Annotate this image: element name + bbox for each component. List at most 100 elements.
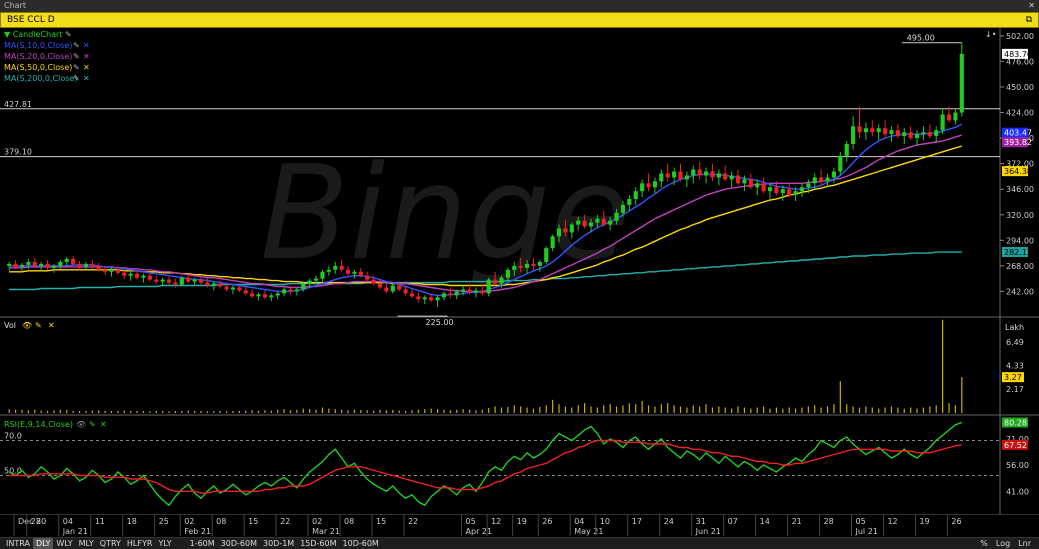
x-axis-label: 24 [664, 517, 674, 526]
interval-15d-60m-button[interactable]: 15D-60M [297, 538, 339, 549]
candle-body [812, 177, 817, 184]
candle-body [486, 279, 491, 294]
pencil-icon[interactable]: ✎ [89, 420, 96, 429]
scale-lnr-button[interactable]: Lnr [1014, 538, 1035, 549]
interval-1-60m-button[interactable]: 1-60M [187, 538, 218, 549]
interval-10d-60m-button[interactable]: 10D-60M [340, 538, 382, 549]
x-axis-label: 17 [632, 517, 642, 526]
candle-body [71, 258, 76, 264]
candle-body [582, 220, 587, 227]
x-axis-label: 15 [248, 517, 258, 526]
symbol-title: BSE CCL D [7, 15, 55, 25]
x-axis-label: 28 [824, 517, 834, 526]
pencil-icon[interactable]: ✎ [65, 30, 72, 39]
remove-icon[interactable]: ✕ [100, 420, 107, 429]
legend-item: ▼ CandleChart [4, 30, 62, 39]
candle-body [601, 218, 606, 225]
candle-body [940, 114, 945, 131]
candle-body [627, 199, 632, 205]
candle-body [256, 294, 261, 297]
candle-body [7, 263, 12, 266]
candle-body [748, 179, 753, 188]
candle-body [51, 265, 57, 268]
scroll-arrows-icon[interactable]: ↓• [985, 30, 996, 39]
candle-body [377, 283, 383, 288]
x-axis-label: 19 [517, 517, 527, 526]
candle-body [537, 261, 542, 266]
candle-body [787, 189, 792, 196]
pencil-icon[interactable]: ✎ [35, 321, 42, 330]
watermark: Binge [260, 137, 630, 289]
x-axis-label: 18 [127, 517, 137, 526]
period-mly-button[interactable]: MLY [76, 538, 97, 549]
remove-icon[interactable]: ✕ [83, 52, 90, 61]
candle-body [103, 269, 108, 272]
candle-body [531, 263, 536, 266]
candle-body [691, 169, 696, 176]
volume-tag-label: 3.27 [1004, 373, 1022, 382]
candle-body [550, 236, 555, 249]
eye-icon[interactable]: 👁 [22, 321, 32, 330]
remove-icon[interactable]: ✕ [83, 41, 90, 50]
candle-body [26, 261, 31, 265]
candle-body [448, 293, 453, 296]
candle-body [32, 261, 37, 266]
price-axis-label: 320.00 [1006, 211, 1034, 220]
close-icon[interactable]: ✕ [1028, 0, 1035, 12]
period-wly-button[interactable]: WLY [53, 538, 75, 549]
x-axis-label: 05 [466, 517, 476, 526]
remove-icon[interactable]: ✕ [83, 74, 90, 83]
price-tag-label: 483.70 [1004, 50, 1032, 59]
candle-body [371, 279, 376, 284]
candle-body [160, 279, 165, 282]
pencil-icon[interactable]: ✎ [73, 41, 80, 50]
candle-body [576, 220, 581, 225]
price-axis-label: 242.00 [1006, 287, 1034, 296]
candle-body [339, 265, 344, 270]
restore-icon[interactable]: ⧉ [1026, 13, 1032, 27]
candle-body [467, 289, 472, 293]
scale-percent-button[interactable]: % [976, 538, 992, 549]
chart-area[interactable]: Binge427.81379.10502.00476.00450.00424.0… [0, 28, 1039, 537]
candle-body [218, 283, 223, 287]
candle-body [518, 265, 523, 268]
eye-icon[interactable]: 👁 [76, 420, 86, 429]
candle-body [735, 175, 741, 184]
period-hlfyr-button[interactable]: HLFYR [124, 538, 156, 549]
candle-body [895, 130, 900, 137]
rsi-level-label: 70.0 [4, 432, 22, 441]
candle-body [608, 220, 613, 225]
candle-body [115, 269, 120, 273]
bottom-toolbar: INTRA DLY WLY MLY QTRY HLFYR YLY 1-60M 30D-60M 30… [0, 537, 1039, 549]
period-intra-button[interactable]: INTRA [3, 538, 33, 549]
rsi-axis-label: 41.00 [1006, 487, 1029, 496]
candle-body [358, 271, 363, 276]
price-tag-label: 364.38 [1004, 167, 1032, 176]
candle-body [512, 265, 517, 270]
x-axis-label: 04 [574, 517, 584, 526]
x-axis-label: 14 [760, 517, 770, 526]
remove-icon[interactable]: ✕ [83, 63, 90, 72]
candle-body [761, 183, 766, 192]
x-axis-label: 15 [376, 517, 386, 526]
candle-body [524, 263, 530, 268]
remove-icon[interactable]: ✕ [48, 321, 55, 330]
pencil-icon[interactable]: ✎ [73, 74, 80, 83]
period-qtry-button[interactable]: QTRY [97, 538, 124, 549]
candle-body [883, 128, 888, 135]
period-yly-button[interactable]: YLY [155, 538, 174, 549]
candle-body [320, 271, 325, 279]
x-axis-label: 12 [491, 517, 501, 526]
x-axis-label: 12 [887, 517, 897, 526]
pencil-icon[interactable]: ✎ [73, 63, 80, 72]
pencil-icon[interactable]: ✎ [73, 52, 80, 61]
scale-log-button[interactable]: Log [992, 538, 1014, 549]
period-dly-button[interactable]: DLY [32, 538, 54, 549]
candle-body [39, 263, 44, 266]
interval-30d-1m-button[interactable]: 30D-1M [260, 538, 297, 549]
candle-body [710, 171, 715, 178]
candle-body [45, 263, 50, 268]
interval-30d-60m-button[interactable]: 30D-60M [218, 538, 260, 549]
price-axis-label: 346.00 [1006, 185, 1034, 194]
price-axis-label: 502.00 [1006, 32, 1034, 41]
